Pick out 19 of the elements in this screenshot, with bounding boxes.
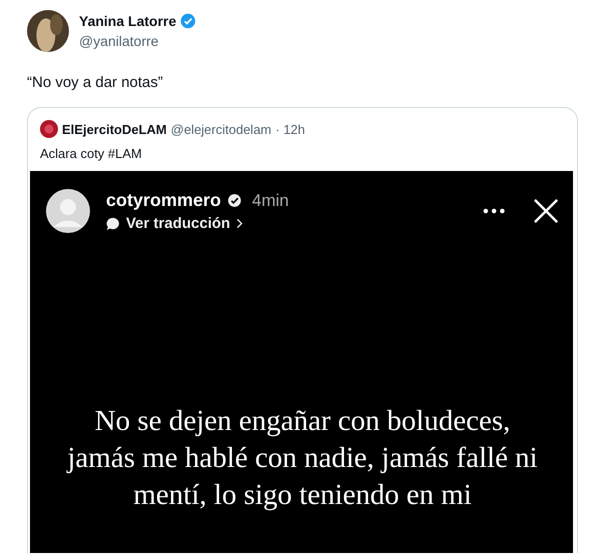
tweet-text: “No voy a dar notas” <box>27 74 164 91</box>
author-name[interactable]: Yanina Latorre <box>79 13 176 29</box>
quote-author-name[interactable]: ElEjercitoDeLAM <box>62 122 167 136</box>
avatar-icon[interactable] <box>40 120 58 138</box>
close-icon <box>533 198 559 224</box>
author-handle[interactable]: @yanilatorre <box>79 33 196 49</box>
quote-text: Aclara coty #LAM <box>40 146 143 161</box>
story-caption: No se dejen engañar con boludeces, jamás me hablé con nadie, jamás fallé ni mentí, lo sigo teniendo en mi <box>66 404 539 513</box>
quote-author-handle[interactable]: @elejercitodelam <box>170 122 272 136</box>
story-time: 4min <box>252 190 289 210</box>
avatar-icon <box>46 189 90 233</box>
avatar-icon[interactable] <box>27 10 69 52</box>
speech-bubble-icon <box>106 216 120 230</box>
chevron-right-icon <box>236 218 244 229</box>
translate-link: Ver traducción <box>126 215 230 232</box>
more-icon <box>483 208 505 214</box>
story-username: cotyrommero <box>106 190 222 211</box>
quote-time: · 12h <box>275 122 306 136</box>
quote-card[interactable]: ElEjercitoDeLAM @elejercitodelam · 12h Aclara coty #LAM cotyrommero 4min Ver traducción No se dejen engañar con boludeces, jamás me hablé con nadie, jamás fallé ni mentí, lo sigo teniendo en mi <box>27 107 578 553</box>
